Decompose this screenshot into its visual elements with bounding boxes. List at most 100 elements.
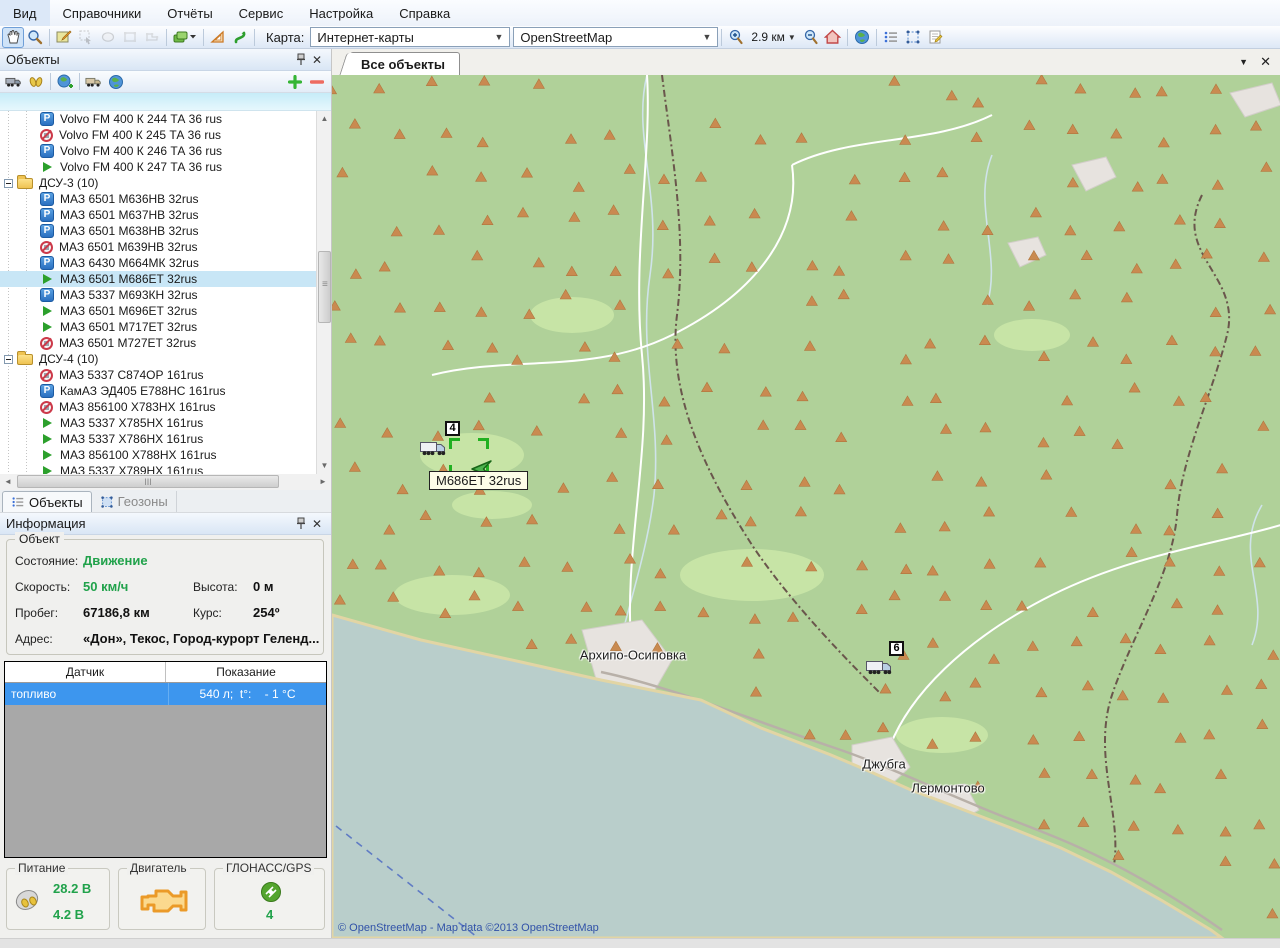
tree-row[interactable]: МАЗ 6501 М696ЕТ 32rus (0, 303, 331, 319)
edit-map-button[interactable] (53, 27, 75, 48)
vehicle-marker[interactable] (420, 440, 447, 457)
tree-row[interactable]: МАЗ 6501 М727ЕТ 32rus (0, 335, 331, 351)
tree-row[interactable]: МАЗ 6501 М717ЕТ 32rus (0, 319, 331, 335)
follow-vehicle-button[interactable] (83, 71, 105, 92)
tree-row[interactable]: МАЗ 6501 М638НВ 32rus (0, 223, 331, 239)
select-cursor-icon (78, 29, 94, 45)
scrollbar-thumb[interactable] (318, 251, 331, 323)
tree-row[interactable]: МАЗ 6501 М686ЕТ 32rus (0, 271, 331, 287)
tree-row[interactable]: Volvo FM 400 К 246 ТА 36 rus (0, 143, 331, 159)
pin-icon[interactable] (293, 516, 309, 532)
tree-row[interactable]: Volvo FM 400 К 245 ТА 36 rus (0, 127, 331, 143)
tree-row[interactable]: МАЗ 856100 Х783НХ 161rus (0, 399, 331, 415)
tree-row[interactable]: МАЗ 5337 М693КН 32rus (0, 287, 331, 303)
tree-row[interactable]: МАЗ 856100 Х788НХ 161rus (0, 447, 331, 463)
sensor-row[interactable]: топливо540 л; t°: - 1 °C (5, 683, 326, 705)
ruler-button[interactable] (207, 27, 229, 48)
object-filter-row[interactable] (0, 93, 331, 111)
offline-status-icon (40, 129, 53, 142)
tree-row[interactable]: МАЗ 6501 М637НВ 32rus (0, 207, 331, 223)
left-sidebar: Объекты ✕ (0, 49, 331, 938)
show-on-map-button[interactable] (54, 71, 76, 92)
map-graphics (332, 75, 1280, 938)
tab-list-dropdown-icon[interactable]: ▼ (1239, 54, 1248, 70)
tree-row[interactable]: МАЗ 6501 М639НВ 32rus (0, 239, 331, 255)
close-tab-icon[interactable]: ✕ (1260, 54, 1271, 70)
zoom-out-button[interactable] (800, 27, 822, 48)
pan-tool-button[interactable] (2, 27, 24, 48)
find-object-button[interactable] (25, 71, 47, 92)
tree-row[interactable]: Volvo FM 400 К 244 ТА 36 rus (0, 111, 331, 127)
binoculars-icon (28, 75, 44, 89)
main-toolbar: Карта: Интернет-карты ▼ OpenStreetMap ▼ … (0, 26, 1280, 49)
object-label: МАЗ 5337 Х786НХ 161rus (59, 432, 203, 446)
polygon-zone-button[interactable] (141, 27, 163, 48)
tree-row[interactable]: МАЗ 5337 Х785НХ 161rus (0, 415, 331, 431)
geozone-icon (905, 29, 921, 45)
track-button[interactable] (229, 27, 251, 48)
tree-row[interactable]: МАЗ 6501 М636НВ 32rus (0, 191, 331, 207)
zoom-out-icon (803, 29, 819, 45)
object-label: ДСУ-4 (10) (38, 352, 98, 366)
add-object-button[interactable] (284, 71, 306, 92)
zoom-tool-button[interactable] (24, 27, 46, 48)
chevron-down-icon: ▼ (702, 32, 711, 42)
map-source-label: Карта: (258, 30, 310, 45)
menu-item-2[interactable]: Справочники (50, 0, 155, 26)
rectangle-zone-button[interactable] (119, 27, 141, 48)
map-canvas[interactable]: © OpenStreetMap - Map data ©2013 OpenStr… (332, 75, 1280, 938)
vehicle-marker[interactable] (866, 659, 893, 676)
map-tab-all-objects[interactable]: Все объекты (350, 52, 460, 75)
remove-object-button[interactable] (306, 71, 328, 92)
show-vehicle-button[interactable] (3, 71, 25, 92)
menu-item-3[interactable]: Отчёты (154, 0, 225, 26)
parking-status-icon (40, 144, 54, 158)
pin-icon[interactable] (293, 52, 309, 68)
tree-row[interactable]: МАЗ 5337 С874ОР 161rus (0, 367, 331, 383)
map-center-button[interactable] (105, 71, 127, 92)
polygon-icon (144, 29, 160, 45)
ellipse-zone-button[interactable] (97, 27, 119, 48)
tree-row[interactable]: МАЗ 6430 М664МК 32rus (0, 255, 331, 271)
expander-icon[interactable] (4, 355, 13, 364)
sidebar-tab-geozones[interactable]: Геозоны (92, 491, 177, 512)
menu-item-4[interactable]: Сервис (226, 0, 297, 26)
select-objects-button[interactable] (75, 27, 97, 48)
scroll-down-icon[interactable]: ▼ (317, 458, 332, 474)
tree-row[interactable]: МАЗ 5337 Х786НХ 161rus (0, 431, 331, 447)
tree-row[interactable]: МАЗ 5337 Х789НХ 161rus (0, 463, 331, 474)
zoom-in-button[interactable] (725, 27, 747, 48)
geozones-button[interactable] (902, 27, 924, 48)
scroll-right-icon[interactable]: ► (315, 474, 331, 490)
status-strip (0, 938, 1280, 948)
menu-item-5[interactable]: Настройка (296, 0, 386, 26)
tree-vertical-scrollbar[interactable]: ▲ ▼ (316, 111, 331, 474)
tree-row[interactable]: ДСУ-3 (10) (0, 175, 331, 191)
close-icon[interactable]: ✕ (309, 52, 325, 68)
map-layer-combobox[interactable]: OpenStreetMap ▼ (513, 27, 718, 47)
close-icon[interactable]: ✕ (309, 516, 325, 532)
tree-row[interactable]: Volvo FM 400 К 247 ТА 36 rus (0, 159, 331, 175)
layers-button[interactable] (170, 27, 200, 48)
scale-selector[interactable]: 2.9 км ▼ (747, 30, 799, 44)
tree-row[interactable]: КамАЗ ЭД405 Е788НС 161rus (0, 383, 331, 399)
scroll-up-icon[interactable]: ▲ (317, 111, 332, 127)
tree-row[interactable]: ДСУ-4 (10) (0, 351, 331, 367)
show-all-objects-button[interactable] (851, 27, 873, 48)
object-label: Volvo FM 400 К 247 ТА 36 rus (59, 160, 222, 174)
sidebar-tab-objects[interactable]: Объекты (2, 491, 92, 512)
tree-horizontal-scrollbar[interactable]: ◄ III ► (0, 474, 331, 490)
menu-item-6[interactable]: Справка (386, 0, 463, 26)
menu-item-1[interactable]: Вид (0, 0, 50, 26)
notes-button[interactable] (924, 27, 946, 48)
home-view-button[interactable] (822, 27, 844, 48)
scrollbar-thumb[interactable]: III (17, 475, 279, 488)
object-list-button[interactable] (880, 27, 902, 48)
map-provider-combobox[interactable]: Интернет-карты ▼ (310, 27, 510, 47)
mileage-label: Пробег: (15, 606, 58, 620)
geozone-icon (100, 495, 114, 509)
object-label: МАЗ 6501 М717ЕТ 32rus (59, 320, 197, 334)
power-gauge: Питание 28.2 В 4.2 В (6, 868, 110, 930)
expander-icon[interactable] (4, 179, 13, 188)
scroll-left-icon[interactable]: ◄ (0, 474, 16, 490)
